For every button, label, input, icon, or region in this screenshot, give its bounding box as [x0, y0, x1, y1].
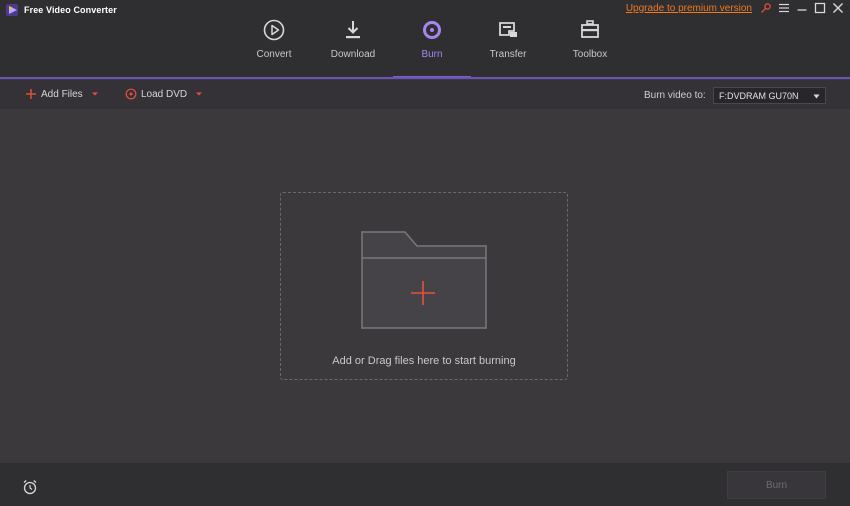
- toolbox-icon: [581, 20, 599, 38]
- disc-icon: [125, 88, 137, 100]
- add-files-button[interactable]: Add Files: [25, 87, 99, 101]
- bottom-bar: Burn: [0, 463, 850, 506]
- drop-zone-text: Add or Drag files here to start burning: [332, 355, 516, 367]
- folder-add-icon[interactable]: [361, 230, 487, 330]
- alarm-clock-icon[interactable]: [22, 479, 38, 495]
- load-dvd-label: Load DVD: [141, 88, 188, 100]
- plus-icon: [26, 89, 36, 99]
- tab-label: Transfer: [489, 49, 527, 60]
- tab-transfer[interactable]: Transfer: [469, 18, 547, 78]
- chevron-down-icon[interactable]: [195, 91, 203, 97]
- tab-label: Convert: [256, 49, 292, 60]
- tab-download[interactable]: Download: [314, 18, 392, 78]
- header-divider: [0, 77, 850, 79]
- burn-button[interactable]: Burn: [727, 471, 826, 499]
- burn-target-value: F:DVDRAM GU70N: [719, 90, 799, 101]
- download-icon: [346, 21, 360, 39]
- drop-zone[interactable]: Add or Drag files here to start burning: [280, 192, 568, 380]
- burn-target-select[interactable]: F:DVDRAM GU70N: [713, 87, 826, 104]
- tab-label: Burn: [421, 49, 443, 60]
- main-nav: Convert Download Burn Transfer Toolbox: [0, 0, 850, 78]
- chevron-down-icon[interactable]: [91, 91, 99, 97]
- chevron-down-icon: [813, 94, 820, 99]
- tab-toolbox[interactable]: Toolbox: [551, 18, 629, 78]
- disc-icon: [423, 21, 441, 39]
- play-circle-icon: [263, 19, 285, 41]
- title-bar: Free Video Converter Upgrade to premium …: [0, 0, 850, 78]
- transfer-icon: [499, 22, 517, 37]
- add-files-label: Add Files: [41, 88, 83, 100]
- tab-label: Download: [330, 49, 376, 60]
- load-dvd-button[interactable]: Load DVD: [125, 87, 203, 101]
- tab-convert[interactable]: Convert: [235, 18, 313, 78]
- burn-to-label: Burn video to:: [644, 90, 706, 101]
- tab-burn[interactable]: Burn: [393, 18, 471, 78]
- tab-label: Toolbox: [572, 49, 608, 60]
